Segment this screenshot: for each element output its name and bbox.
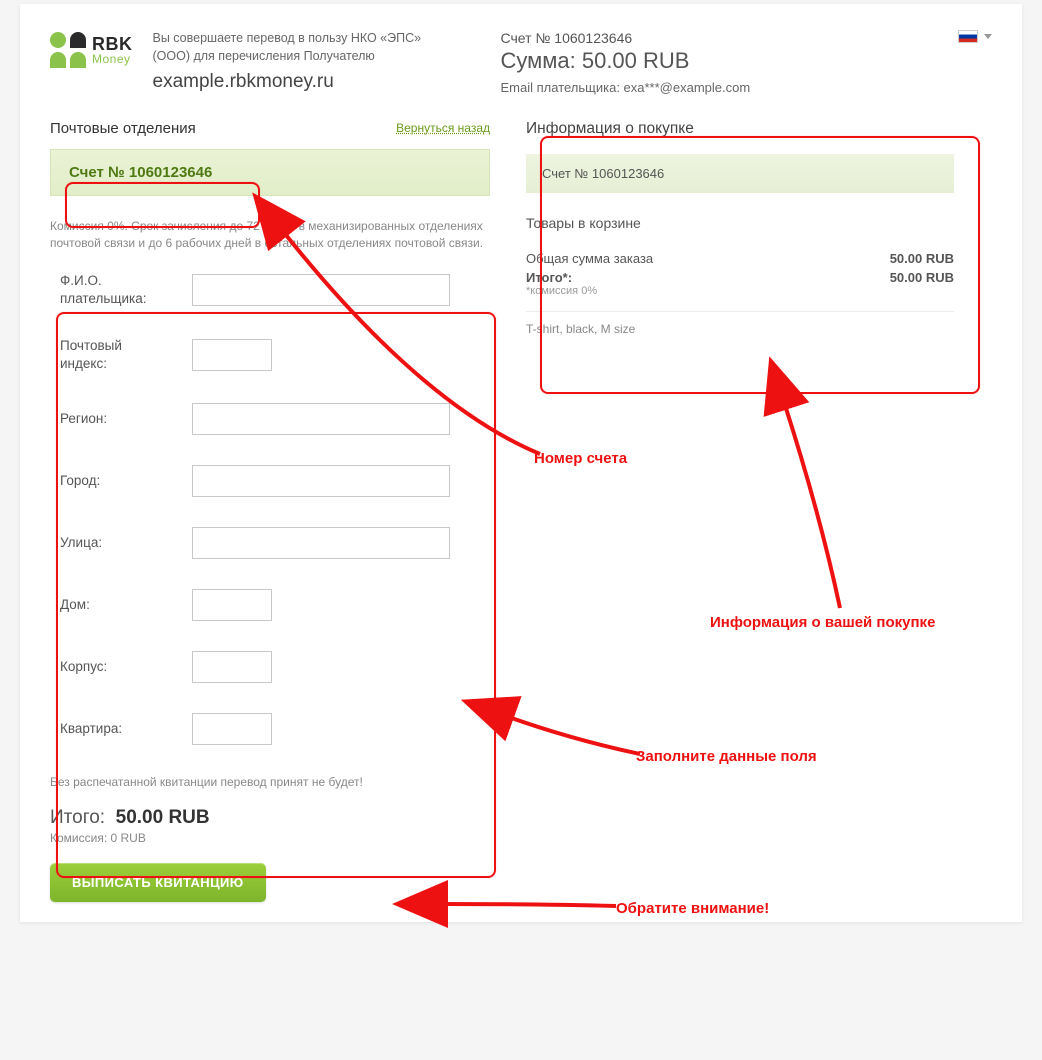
city-label: Город: xyxy=(60,472,172,490)
block-label: Корпус: xyxy=(60,658,172,676)
house-label: Дом: xyxy=(60,596,172,614)
language-selector[interactable] xyxy=(958,30,992,43)
street-label: Улица: xyxy=(60,534,172,552)
logo-text-money: Money xyxy=(92,53,133,65)
sum-label: Сумма: 50.00 RUB xyxy=(501,48,751,74)
house-input[interactable] xyxy=(192,589,272,621)
account-number: Счет № 1060123646 xyxy=(501,30,751,46)
cart-title: Товары в корзине xyxy=(526,215,954,231)
logo: RBK Money xyxy=(50,32,133,68)
grand-total-value: 50.00 RUB xyxy=(890,270,954,297)
invoice-banner: Счет № 1060123646 xyxy=(50,149,490,196)
flat-label: Квартира: xyxy=(60,720,172,738)
print-warning: Без распечатанной квитанции перевод прин… xyxy=(50,775,490,789)
fio-label: Ф.И.О. плательщика: xyxy=(60,272,172,307)
city-input[interactable] xyxy=(192,465,450,497)
panel-title: Почтовые отделения xyxy=(50,120,196,137)
block-input[interactable] xyxy=(192,651,272,683)
grand-total-sub: *комиссия 0% xyxy=(526,285,597,297)
zip-label: Почтовый индекс: xyxy=(60,337,172,372)
region-label: Регион: xyxy=(60,410,172,428)
back-link[interactable]: Вернуться назад xyxy=(396,121,490,135)
region-input[interactable] xyxy=(192,403,450,435)
street-input[interactable] xyxy=(192,527,450,559)
total-line: Итого: 50.00 RUB xyxy=(50,807,490,829)
issue-receipt-button[interactable]: ВЫПИСАТЬ КВИТАНЦИЮ xyxy=(50,863,266,902)
merchant-name: example.rbkmoney.ru xyxy=(153,69,453,96)
commission-line: Комиссия: 0 RUB xyxy=(50,831,490,845)
commission-note: Комиссия 0%. Срок зачисления до 72 часов… xyxy=(50,218,490,253)
flat-input[interactable] xyxy=(192,713,272,745)
cart-item: T-shirt, black, M size xyxy=(526,311,954,336)
order-total-label: Общая сумма заказа xyxy=(526,251,653,266)
fio-input[interactable] xyxy=(192,274,450,306)
order-total-value: 50.00 RUB xyxy=(890,251,954,266)
logo-text-rbk: RBK xyxy=(92,35,133,53)
purchase-info-banner: Счет № 1060123646 xyxy=(526,154,954,193)
purchase-info-title: Информация о покупке xyxy=(526,120,954,138)
chevron-down-icon xyxy=(984,34,992,39)
payer-email: Email плательщика: exa***@example.com xyxy=(501,80,751,95)
flag-ru-icon xyxy=(958,30,978,43)
transfer-note: Вы совершаете перевод в пользу НКО «ЭПС»… xyxy=(153,30,453,65)
payer-form: Ф.И.О. плательщика: Почтовый индекс: Рег… xyxy=(50,262,490,766)
grand-total-label: Итого*: xyxy=(526,270,572,285)
zip-input[interactable] xyxy=(192,339,272,371)
